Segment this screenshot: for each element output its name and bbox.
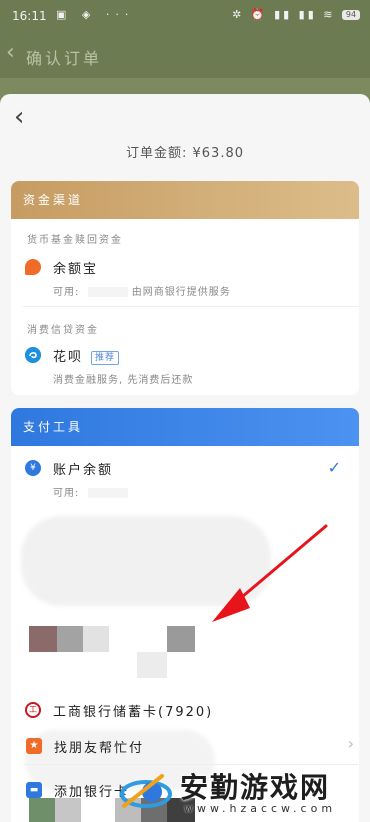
pixelated-block (137, 652, 167, 678)
friend-pay-title: 找朋友帮忙付 (54, 741, 145, 756)
watermark-url: www.hzaccw.com (184, 802, 337, 815)
battery-icon: 94 (342, 10, 360, 20)
pixelated-block (55, 798, 81, 822)
payment-tools-card: 支付工具 ¥ 账户余额 可用: ✓ 工 工商银行储蓄卡(7920) (11, 408, 359, 822)
icbc-card-title: 工商银行储蓄卡(7920) (53, 705, 214, 720)
yuebao-subtitle: 可用: 由网商银行提供服务 (53, 283, 231, 298)
status-time: 16:11 (12, 9, 47, 23)
pixelated-block (57, 626, 83, 652)
recommend-badge: 推荐 (91, 350, 120, 365)
chevron-right-icon: › (347, 734, 354, 753)
bank-card-icon: ▬ (26, 782, 42, 798)
section-label-money-fund: 货币基金赎回资金 (27, 235, 123, 246)
notification-icons: ▣ ◈ ··· (56, 8, 135, 21)
site-watermark: 安勤游戏网 www.hzaccw.com (118, 762, 368, 820)
selected-check-icon: ✓ (327, 458, 341, 477)
pixelated-block (167, 626, 195, 652)
huabei-subtitle: 消费金融服务, 先消费后还款 (53, 375, 194, 386)
yuebao-icon (25, 259, 41, 275)
sheet-back-icon[interactable]: ‹ (14, 104, 24, 130)
underlying-page-header: ‹ 确认订单 (0, 32, 370, 78)
payment-method-sheet: ‹ 订单金额: ¥63.80 资金渠道 货币基金赎回资金 余额宝 可用: 由网商… (0, 94, 370, 822)
huabei-title-row: 花呗 推荐 (53, 346, 120, 365)
pixelated-block (83, 626, 109, 652)
account-balance-icon: ¥ (25, 460, 41, 476)
signal-wifi-icons: ✲ ⏰ ▮▮ ▮▮ ≋ (232, 8, 336, 21)
status-bar: 16:11 ▣ ◈ ··· ✲ ⏰ ▮▮ ▮▮ ≋ 94 (0, 0, 370, 32)
section-label-consumer-credit: 消费信贷资金 (27, 325, 99, 336)
watermark-logo-icon (120, 774, 172, 808)
divider (23, 306, 359, 307)
account-balance-title: 账户余额 (53, 463, 114, 478)
watermark-title: 安勤游戏网 (180, 771, 331, 804)
pixelated-block (29, 798, 55, 822)
yuebao-service-text: 由网商银行提供服务 (131, 287, 231, 298)
payment-tools-header: 支付工具 (11, 408, 359, 446)
fund-channel-card: 资金渠道 货币基金赎回资金 余额宝 可用: 由网商银行提供服务 消费信贷资金 花… (11, 181, 359, 395)
system-icons: ✲ ⏰ ▮▮ ▮▮ ≋ 94 (232, 8, 360, 21)
blur-overlay (21, 516, 271, 606)
yuebao-available-amount-blurred (87, 287, 128, 297)
pixelated-block (29, 626, 57, 652)
huabei-icon (25, 347, 41, 363)
account-balance-subtitle: 可用: (53, 484, 128, 499)
back-arrow-icon[interactable]: ‹ (6, 42, 15, 64)
order-amount: 订单金额: ¥63.80 (126, 146, 244, 161)
fund-channel-header: 资金渠道 (11, 181, 359, 219)
yuebao-available-label: 可用: (53, 287, 80, 298)
page-title: 确认订单 (26, 49, 103, 68)
icbc-logo-icon: 工 (25, 702, 41, 718)
yuebao-title: 余额宝 (53, 262, 99, 277)
huabei-title: 花呗 (53, 350, 84, 365)
account-balance-available-label: 可用: (53, 488, 80, 499)
account-balance-amount-blurred (87, 488, 128, 498)
friend-pay-icon: ★ (26, 738, 42, 754)
